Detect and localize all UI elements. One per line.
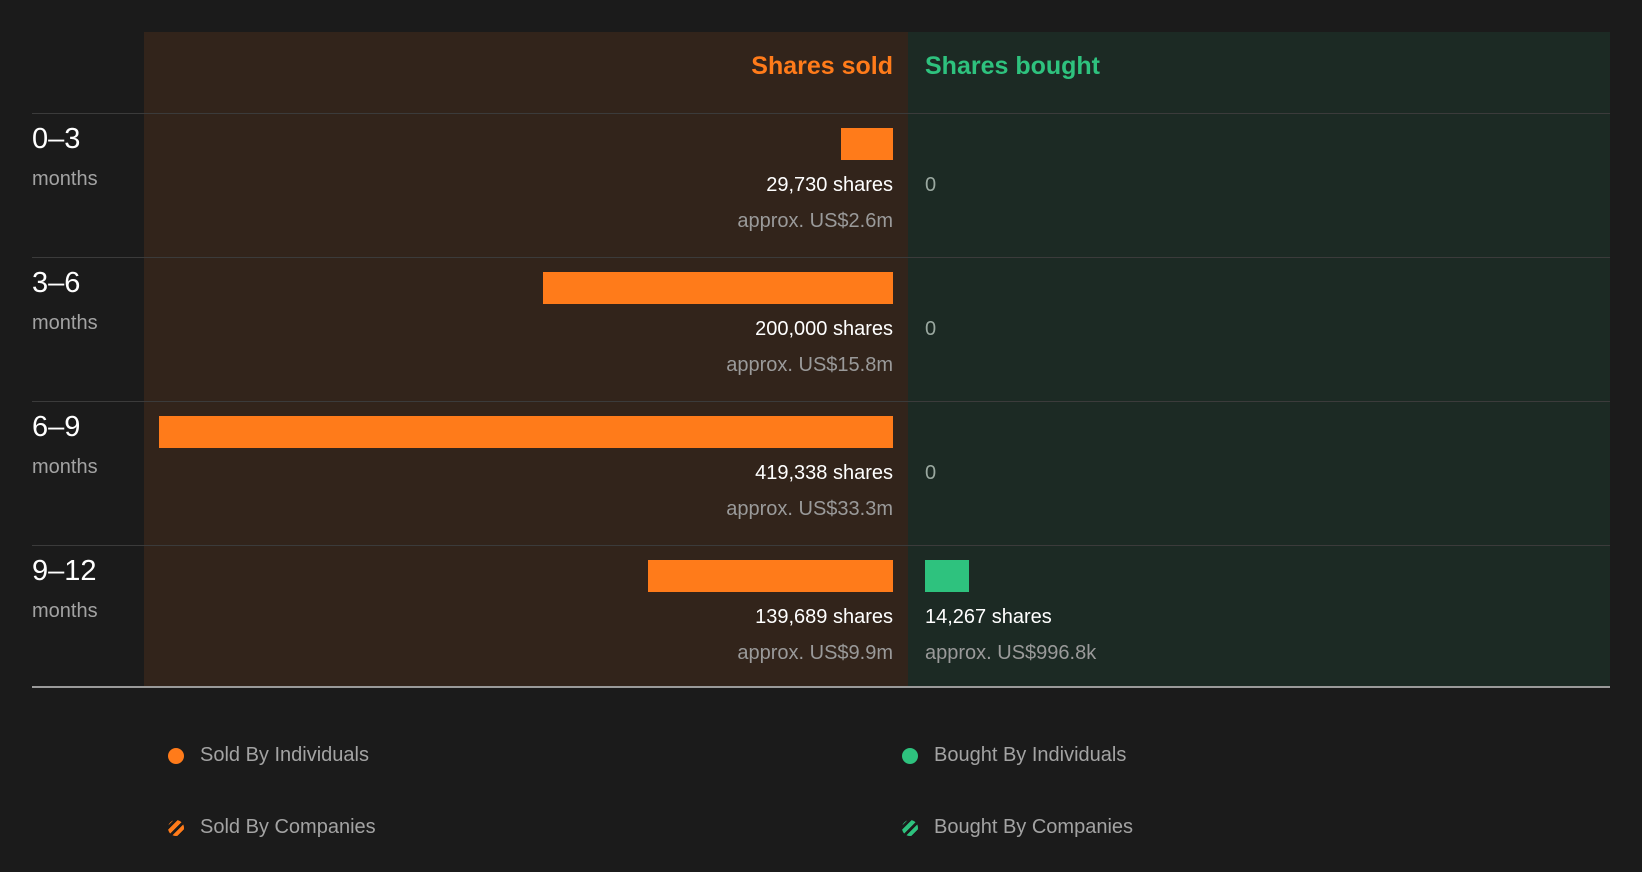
period-label: 9–12 months [32, 555, 98, 623]
shares-bought-header: Shares bought [925, 52, 1101, 80]
sold-bar [648, 560, 893, 592]
period-unit: months [32, 168, 98, 190]
legend-marker-icon [902, 819, 918, 836]
legend-item: Sold By Individuals [168, 744, 369, 767]
chart-baseline [32, 686, 1610, 688]
legend-label: Bought By Companies [934, 816, 1134, 838]
legend-label: Sold By Individuals [200, 744, 369, 766]
bought-shares-label: 0 [925, 174, 937, 196]
row-divider [32, 545, 1610, 546]
sold-shares-label: 200,000 shares [755, 318, 893, 340]
bought-shares-label: 14,267 shares [925, 606, 1052, 628]
sold-shares-label: 139,689 shares [755, 606, 893, 628]
bought-panel [908, 32, 1610, 687]
shares-sold-header: Shares sold [751, 52, 893, 80]
sold-shares-label: 419,338 shares [755, 462, 893, 484]
sold-shares-label: 29,730 shares [766, 174, 893, 196]
period-label: 3–6 months [32, 267, 98, 335]
legend-item: Sold By Companies [168, 816, 376, 839]
legend-marker-icon [902, 747, 918, 764]
row-divider [32, 113, 1610, 114]
sold-value-label: approx. US$15.8m [726, 354, 893, 376]
legend-marker-icon [168, 819, 184, 836]
bought-bar [925, 560, 969, 592]
period-unit: months [32, 456, 98, 478]
legend-item: Bought By Individuals [902, 744, 1126, 767]
period-unit: months [32, 600, 98, 622]
period-range: 0–3 [32, 123, 81, 155]
sold-value-label: approx. US$33.3m [726, 498, 893, 520]
bought-value-label: approx. US$996.8k [925, 642, 1097, 664]
sold-bar [159, 416, 893, 448]
legend-item: Bought By Companies [902, 816, 1133, 839]
sold-bar [543, 272, 893, 304]
period-unit: months [32, 312, 98, 334]
bought-shares-label: 0 [925, 462, 937, 484]
bought-shares-label: 0 [925, 318, 937, 340]
period-range: 6–9 [32, 411, 81, 443]
period-range: 9–12 [32, 555, 97, 587]
sold-bar [841, 128, 893, 160]
sold-value-label: approx. US$2.6m [737, 210, 893, 232]
row-divider [32, 257, 1610, 258]
legend-label: Bought By Individuals [934, 744, 1127, 766]
legend-marker-icon [168, 747, 184, 764]
period-label: 0–3 months [32, 123, 98, 191]
period-range: 3–6 [32, 267, 81, 299]
legend-label: Sold By Companies [200, 816, 376, 838]
sold-value-label: approx. US$9.9m [737, 642, 893, 664]
period-label: 6–9 months [32, 411, 98, 479]
row-divider [32, 401, 1610, 402]
